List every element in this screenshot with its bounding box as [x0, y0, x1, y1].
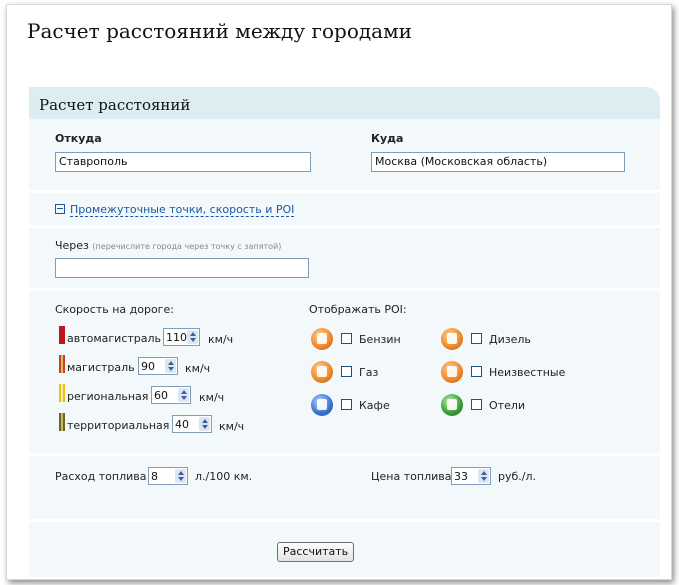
fuel-price-spinner[interactable]: 33: [451, 467, 491, 485]
speed-unit: км/ч: [185, 362, 211, 375]
road-label: территориальная: [67, 419, 170, 432]
card-header: Расчет расстояний: [29, 87, 660, 119]
poi-hotels-checkbox[interactable]: [471, 399, 482, 410]
card-title: Расчет расстояний: [39, 96, 191, 114]
speed-title: Скорость на дороге:: [55, 303, 174, 316]
gas-icon: [311, 361, 333, 383]
poi-label: Неизвестные: [489, 366, 566, 379]
spinner-value: 8: [151, 470, 158, 483]
page-title: Расчет расстояний между городами: [27, 19, 412, 43]
distance-calculator-form: Расчет расстояний Откуда Ставрополь Куда…: [29, 87, 660, 577]
hotel-icon: [441, 394, 463, 416]
gas-station-icon: [311, 328, 333, 350]
poi-unknown-checkbox[interactable]: [471, 366, 482, 377]
road-color-swatch: [59, 413, 65, 431]
road-color-swatch: [59, 384, 65, 402]
to-label: Куда: [371, 132, 404, 145]
poi-label: Кафе: [359, 399, 390, 412]
spinner-arrows-icon[interactable]: [178, 388, 189, 402]
diesel-station-icon: [441, 328, 463, 350]
calculate-button[interactable]: Рассчитать: [277, 542, 355, 562]
poi-petrol-checkbox[interactable]: [341, 333, 352, 344]
road-label: магистраль: [67, 361, 135, 374]
spinner-arrows-icon[interactable]: [165, 359, 176, 373]
speed-highway-spinner[interactable]: 90: [138, 357, 178, 375]
divider: [29, 225, 660, 228]
spinner-value: 40: [175, 418, 189, 431]
road-label: региональная: [67, 390, 149, 403]
road-label: автомагистраль: [67, 332, 162, 345]
fuel-price-label: Цена топлива: [371, 470, 452, 483]
poi-gas-checkbox[interactable]: [341, 366, 352, 377]
page-frame: Расчет расстояний между городами Расчет …: [6, 4, 672, 580]
fuel-consumption-spinner[interactable]: 8: [148, 467, 188, 485]
divider: [29, 453, 660, 456]
fuel-consumption-label: Расход топлива: [55, 470, 147, 483]
poi-diesel-checkbox[interactable]: [471, 333, 482, 344]
poi-cafe-checkbox[interactable]: [341, 399, 352, 410]
divider: [29, 519, 660, 522]
spinner-value: 60: [154, 389, 168, 402]
divider: [29, 190, 660, 193]
poi-label: Газ: [359, 366, 379, 379]
toggle-label: Промежуточные точки, скорость и POI: [70, 203, 295, 217]
road-color-swatch: [59, 326, 65, 344]
poi-label: Дизель: [489, 333, 531, 346]
poi-label: Отели: [489, 399, 526, 412]
poi-label: Бензин: [359, 333, 401, 346]
road-color-swatch: [59, 355, 65, 373]
speed-unit: км/ч: [199, 391, 225, 404]
from-input[interactable]: Ставрополь: [55, 152, 311, 172]
unknown-station-icon: [441, 361, 463, 383]
spinner-value: 90: [141, 360, 155, 373]
cafe-icon: [311, 394, 333, 416]
from-label: Откуда: [55, 132, 102, 145]
fuel-consumption-unit: л./100 км.: [195, 470, 253, 483]
spinner-arrows-icon[interactable]: [187, 330, 198, 344]
fuel-price-unit: руб./л.: [498, 470, 537, 483]
speed-unit: км/ч: [219, 420, 245, 433]
intermediate-points-toggle[interactable]: Промежуточные точки, скорость и POI: [55, 203, 295, 217]
divider: [29, 288, 660, 291]
via-label: Через: [55, 239, 89, 252]
to-input[interactable]: Москва (Московская область): [371, 152, 625, 172]
speed-motorway-spinner[interactable]: 110: [163, 328, 200, 346]
via-input[interactable]: [55, 258, 309, 278]
speed-regional-spinner[interactable]: 60: [151, 386, 191, 404]
spinner-value: 33: [454, 470, 468, 483]
spinner-arrows-icon[interactable]: [199, 417, 210, 431]
spinner-arrows-icon[interactable]: [175, 469, 186, 483]
via-hint: (перечислите города через точку с запято…: [92, 242, 282, 251]
collapse-icon: [55, 204, 65, 214]
spinner-value: 110: [166, 331, 187, 344]
speed-unit: км/ч: [208, 333, 234, 346]
speed-territorial-spinner[interactable]: 40: [172, 415, 212, 433]
via-label-group: Через (перечислите города через точку с …: [55, 239, 281, 252]
poi-title: Отображать POI:: [309, 303, 407, 316]
spinner-arrows-icon[interactable]: [478, 469, 489, 483]
